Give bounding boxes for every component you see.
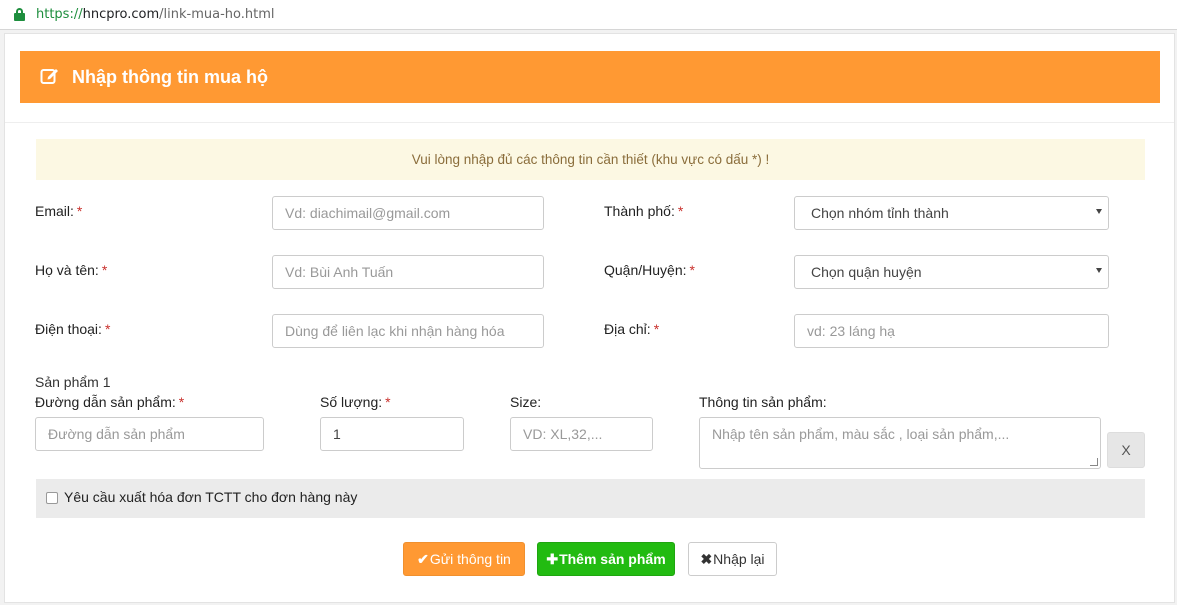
panel-title: Nhập thông tin mua hộ [72,67,268,87]
product-link-label: Đường dẫn sản phẩm: * [35,394,185,410]
invoice-label[interactable]: Yêu cầu xuất hóa đơn TCTT cho đơn hàng n… [64,489,357,505]
chevron-down-icon [1096,209,1102,214]
required-fields-alert: Vui lòng nhập đủ các thông tin cần thiết… [36,139,1145,180]
product-link-field[interactable]: Đường dẫn sản phẩm [35,417,264,451]
name-field[interactable]: Vd: Bùi Anh Tuấn [272,255,544,289]
size-field[interactable]: VD: XL,32,... [510,417,653,451]
lock-icon [14,8,25,21]
district-select-value: Chọn quận huyện [811,264,922,280]
city-select-value: Chọn nhóm tỉnh thành [811,205,949,221]
email-label: Email: * [35,203,83,219]
quantity-field[interactable]: 1 [320,417,464,451]
phone-field[interactable]: Dùng để liên lạc khi nhận hàng hóa [272,314,544,348]
invoice-checkbox[interactable] [46,492,58,504]
product-info-label: Thông tin sản phẩm: [699,394,827,410]
remove-product-button[interactable]: X [1107,432,1145,468]
send-info-button[interactable]: ✔Gửi thông tin [403,542,525,576]
product-info-textarea[interactable]: Nhập tên sản phẩm, màu sắc , loại sản ph… [699,417,1101,469]
reset-label: Nhập lại [713,551,765,567]
reset-button[interactable]: ✖Nhập lại [688,542,777,576]
address-field[interactable]: vd: 23 láng hạ [794,314,1109,348]
add-product-button[interactable]: ✚Thêm sản phẩm [537,542,675,576]
product-info-placeholder: Nhập tên sản phẩm, màu sắc , loại sản ph… [712,426,1010,442]
district-select[interactable]: Chọn quận huyện [794,255,1109,289]
edit-icon [40,69,58,84]
chevron-down-icon [1096,268,1102,273]
product-heading: Sản phẩm 1 [35,374,111,390]
browser-address-bar[interactable]: https://hncpro.com/link-mua-ho.html [0,0,1177,30]
district-label: Quận/Huyện: * [604,262,695,278]
url-text[interactable]: https://hncpro.com/link-mua-ho.html [36,7,275,22]
order-panel: Nhập thông tin mua hộ Vui lòng nhập đủ c… [4,33,1175,603]
send-info-label: Gửi thông tin [429,551,511,567]
add-product-label: Thêm sản phẩm [559,551,666,567]
quantity-label: Số lượng: * [320,394,391,410]
city-select[interactable]: Chọn nhóm tỉnh thành [794,196,1109,230]
resize-handle-icon[interactable] [1090,458,1098,466]
name-label: Họ và tên: * [35,262,108,278]
plus-icon: ✚ [546,551,559,567]
header-divider [5,122,1174,123]
city-label: Thành phố: * [604,203,684,219]
panel-header: Nhập thông tin mua hộ [20,51,1160,103]
size-label: Size: [510,394,542,410]
invoice-request-row: Yêu cầu xuất hóa đơn TCTT cho đơn hàng n… [36,479,1145,518]
email-field[interactable]: Vd: diachimail@gmail.com [272,196,544,230]
phone-label: Điện thoại: * [35,321,111,337]
check-icon: ✔ [417,551,429,567]
remove-icon: ✖ [700,551,713,567]
address-label: Địa chỉ: * [604,321,660,337]
